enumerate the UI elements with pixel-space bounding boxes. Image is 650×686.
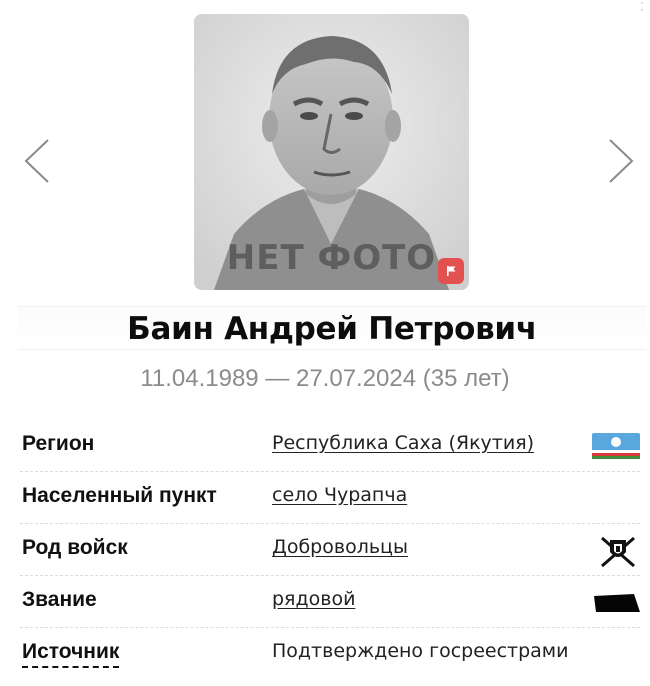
no-photo-label: НЕТ ФОТО xyxy=(226,238,437,278)
yakutia-flag-icon xyxy=(592,433,640,459)
flag-icon xyxy=(447,266,456,276)
detail-label: Населенный пункт xyxy=(22,484,217,507)
branch-link[interactable]: Добровольцы xyxy=(272,536,408,558)
volunteers-emblem-icon xyxy=(601,536,635,568)
name-header: Баин Андрей Петрович xyxy=(18,306,646,350)
detail-row-branch: Род войск Добровольцы xyxy=(20,524,640,576)
source-value: Подтверждено госреестрами xyxy=(272,640,569,662)
report-flag-button[interactable] xyxy=(438,258,464,284)
region-link[interactable]: Республика Саха (Якутия) xyxy=(272,432,534,454)
chevron-right-icon xyxy=(609,139,634,183)
source-label-tooltip[interactable]: Источник xyxy=(22,640,120,668)
person-name: Баин Андрей Петрович xyxy=(127,311,537,347)
portrait-photo: НЕТ ФОТО xyxy=(194,14,469,290)
corner-dots-icon: · · xyxy=(640,0,644,16)
detail-row-source: Источник Подтверждено госреестрами xyxy=(20,628,640,680)
life-dates: 11.04.1989 — 27.07.2024 (35 лет) xyxy=(140,365,510,392)
details-table: Регион Республика Саха (Якутия) Населенн… xyxy=(20,420,640,680)
detail-row-settlement: Населенный пункт село Чурапча xyxy=(20,472,640,524)
detail-row-rank: Звание рядовой xyxy=(20,576,640,628)
detail-label: Род войск xyxy=(22,536,128,559)
next-photo-button[interactable] xyxy=(606,138,636,184)
private-rank-insignia-icon xyxy=(594,594,640,612)
rank-link[interactable]: рядовой xyxy=(272,588,355,610)
detail-row-region: Регион Республика Саха (Якутия) xyxy=(20,420,640,472)
chevron-left-icon xyxy=(24,139,49,183)
memorial-card: · · НЕТ ФОТО Баин Андрей Петрович 11.04.… xyxy=(0,0,650,686)
prev-photo-button[interactable] xyxy=(22,138,52,184)
settlement-link[interactable]: село Чурапча xyxy=(272,484,407,506)
detail-label: Звание xyxy=(22,588,97,611)
detail-label: Регион xyxy=(22,432,95,455)
